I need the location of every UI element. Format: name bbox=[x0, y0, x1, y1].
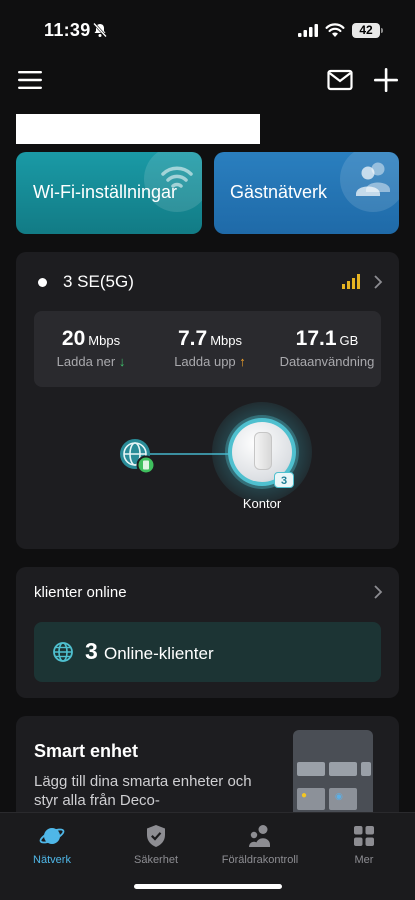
network-stats: 20 Mbps Ladda ner ↓ 7.7 Mbps Ladda upp ↑ 1… bbox=[34, 311, 381, 387]
shield-icon bbox=[147, 825, 165, 847]
network-name: 3 SE(5G) bbox=[63, 272, 134, 291]
data-usage-unit: GB bbox=[339, 333, 359, 348]
smart-tile bbox=[297, 762, 325, 776]
tab-parental-controls-label: Föräldrakontroll bbox=[221, 854, 299, 866]
network-status-dot bbox=[38, 278, 47, 287]
camera-icon: ◉ bbox=[335, 791, 343, 801]
download-unit: Mbps bbox=[88, 333, 121, 348]
deco-router-icon bbox=[254, 432, 272, 470]
home-indicator[interactable] bbox=[134, 884, 282, 889]
wifi-icon bbox=[325, 23, 345, 37]
signal-strength-icon bbox=[342, 274, 360, 289]
online-clients-summary[interactable]: 3 Online-klienter bbox=[34, 622, 381, 682]
smart-home-illustration: ● ◉ bbox=[293, 730, 373, 816]
smart-device-title: Smart enhet bbox=[34, 741, 139, 761]
guest-network-label: Gästnätverk bbox=[230, 182, 328, 202]
tab-security[interactable]: Säkerhet bbox=[106, 823, 206, 866]
bulb-icon: ● bbox=[301, 790, 308, 801]
smart-device-description: Lägg till dina smarta enheter och styr a… bbox=[34, 773, 252, 809]
data-usage-value: 17.1 bbox=[295, 327, 337, 350]
camera-tile: ◉ bbox=[329, 788, 357, 810]
cellular-signal-icon bbox=[298, 24, 318, 37]
chevron-right-icon[interactable] bbox=[373, 584, 383, 600]
battery-icon: 42 bbox=[352, 23, 380, 38]
arrow-down-icon: ↓ bbox=[118, 354, 126, 369]
clients-card[interactable]: klienter online 3 Online-klienter bbox=[16, 567, 399, 698]
smart-device-card[interactable]: Smart enhet Lägg till dina smarta enhete… bbox=[16, 716, 399, 816]
internet-globe-icon[interactable] bbox=[119, 438, 159, 478]
status-bar: 11:39 42 bbox=[0, 0, 415, 56]
planet-icon bbox=[39, 828, 65, 844]
smart-tile bbox=[329, 762, 357, 776]
battery-tip bbox=[381, 28, 383, 33]
grid-icon bbox=[354, 826, 374, 846]
tab-security-label: Säkerhet bbox=[133, 854, 179, 866]
plus-icon[interactable] bbox=[373, 67, 399, 93]
mail-icon[interactable] bbox=[327, 69, 353, 91]
upload-unit: Mbps bbox=[210, 333, 242, 348]
data-usage-label: Dataanvändning bbox=[279, 354, 375, 369]
wifi-settings-label: Wi-Fi-inställningar bbox=[33, 182, 178, 202]
tab-more-label: Mer bbox=[354, 854, 374, 866]
download-value: 20 bbox=[61, 327, 86, 350]
chevron-right-icon[interactable] bbox=[373, 274, 383, 290]
guest-network-card[interactable]: Gästnätverk bbox=[214, 152, 399, 234]
upload-stat: 7.7 Mbps Ladda upp ↑ bbox=[162, 327, 258, 369]
upload-value: 7.7 bbox=[178, 327, 208, 350]
bell-off-icon bbox=[93, 22, 107, 38]
bulb-tile: ● bbox=[297, 788, 325, 810]
status-time: 11:39 bbox=[44, 20, 91, 40]
download-label: Ladda ner bbox=[56, 354, 116, 369]
wifi-settings-card[interactable]: Wi-Fi-inställningar bbox=[16, 152, 202, 234]
tab-more[interactable]: Mer bbox=[314, 823, 414, 866]
network-card[interactable]: 3 SE(5G) 20 Mbps Ladda ner ↓ 7.7 Mbps Ladd… bbox=[16, 252, 399, 549]
upload-label: Ladda upp bbox=[174, 354, 236, 369]
clients-title: klienter online bbox=[34, 584, 127, 601]
tab-parental-controls[interactable]: Föräldrakontroll bbox=[210, 823, 310, 866]
arrow-up-icon: ↑ bbox=[239, 354, 246, 369]
parents-icon bbox=[249, 825, 270, 847]
router-label: Kontor bbox=[242, 496, 282, 511]
menu-icon[interactable] bbox=[18, 70, 42, 90]
online-clients-label: Online-klienter bbox=[104, 644, 214, 663]
tab-network[interactable]: Nätverk bbox=[2, 823, 102, 866]
router-client-badge: 3 bbox=[274, 472, 294, 488]
guest-decoration bbox=[340, 152, 399, 212]
smart-tile bbox=[361, 762, 371, 776]
download-stat: 20 Mbps Ladda ner ↓ bbox=[48, 327, 134, 369]
globe-icon bbox=[53, 642, 73, 662]
data-usage-stat: 17.1 GB Dataanvändning bbox=[277, 327, 377, 369]
online-clients-count: 3 bbox=[85, 638, 98, 664]
tab-network-label: Nätverk bbox=[33, 854, 71, 866]
users-icon bbox=[356, 162, 390, 196]
redacted-network-title bbox=[16, 114, 260, 144]
